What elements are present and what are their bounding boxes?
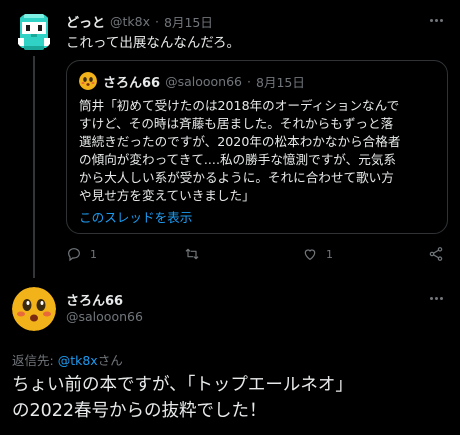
reply-button[interactable]: 1 (66, 246, 97, 262)
reply-icon (68, 248, 80, 262)
quoted-tweet[interactable]: さろん66 @salooon66 · 8月15日 筒井「初めて受けたのは2018… (66, 60, 448, 234)
tweet-text: ちょい前の本ですが、「トップエールネオ」 の2022春号からの抜粋でした！ (12, 372, 452, 424)
author-name[interactable]: どっと (66, 12, 105, 31)
retweet-icon (185, 248, 199, 260)
quote-line: 選続きだったのですが、2020年の松本わかなから合格者 (79, 134, 401, 149)
more-options-icon[interactable] (426, 290, 446, 306)
separator: · (155, 13, 159, 29)
face-icon (79, 72, 97, 90)
more-options-icon[interactable] (426, 12, 446, 28)
share-icon (429, 247, 443, 261)
reply-count: 1 (90, 247, 97, 261)
tweet-line: ちょい前の本ですが、「トップエールネオ」 (12, 375, 353, 395)
reply-to-handle[interactable]: @tk8x (58, 353, 98, 368)
quote-line: の傾向が変わってきて....私の勝手な憶測ですが、元気系 (79, 152, 397, 167)
quote-text: 筒井「初めて受けたのは2018年のオーディションなんで すけど、その時は斉藤も居… (79, 97, 441, 205)
avatar[interactable] (12, 287, 56, 331)
share-button[interactable] (428, 246, 444, 262)
author-handle[interactable]: @salooon66 (66, 309, 143, 324)
quote-line: すけど、その時は斉藤も居ました。それからもずっと落 (79, 116, 394, 131)
heart-icon (304, 249, 316, 261)
separator: · (247, 73, 251, 89)
thread-line (33, 56, 35, 278)
quote-header: さろん66 @salooon66 · 8月15日 (79, 71, 305, 91)
tweet-header: どっと @tk8x · 8月15日 (66, 12, 213, 31)
quote-line: 筒井「初めて受けたのは2018年のオーディションなんで (79, 98, 400, 113)
author-handle[interactable]: @tk8x (110, 14, 150, 29)
pixel-character-avatar-icon (18, 14, 50, 50)
like-count: 1 (326, 247, 333, 261)
retweet-button[interactable] (184, 246, 208, 262)
quote-author-name[interactable]: さろん66 (103, 72, 160, 91)
quote-avatar (79, 72, 97, 90)
tweet[interactable]: どっと @tk8x · 8月15日 これって出展なんなんだろ。 さろん66 @s… (0, 0, 460, 278)
tweet-text: これって出展なんなんだろ。 (66, 35, 241, 51)
quote-line: や見せ方を変えていきました」 (79, 188, 255, 203)
face-icon (12, 287, 56, 331)
reply-suffix: さん (97, 353, 123, 368)
reply-prefix: 返信先: (12, 353, 58, 368)
timestamp[interactable]: 8月15日 (164, 12, 213, 31)
quote-author-handle[interactable]: @salooon66 (165, 74, 242, 89)
avatar[interactable] (14, 12, 54, 52)
show-thread-link[interactable]: このスレッドを表示 (79, 207, 192, 226)
quote-timestamp[interactable]: 8月15日 (256, 72, 305, 91)
reply-tweet[interactable]: さろん66 @salooon66 返信先: @tk8xさん ちょい前の本ですが、… (0, 278, 460, 435)
quote-line: から大人しい系が受かるように。それに合わせて歌い方 (79, 170, 394, 185)
action-bar: 1 1 (66, 246, 448, 266)
author-name[interactable]: さろん66 (66, 290, 123, 309)
like-button[interactable]: 1 (302, 246, 333, 262)
tweet-line: の2022春号からの抜粋でした！ (12, 401, 267, 421)
replying-to: 返信先: @tk8xさん (12, 350, 123, 369)
